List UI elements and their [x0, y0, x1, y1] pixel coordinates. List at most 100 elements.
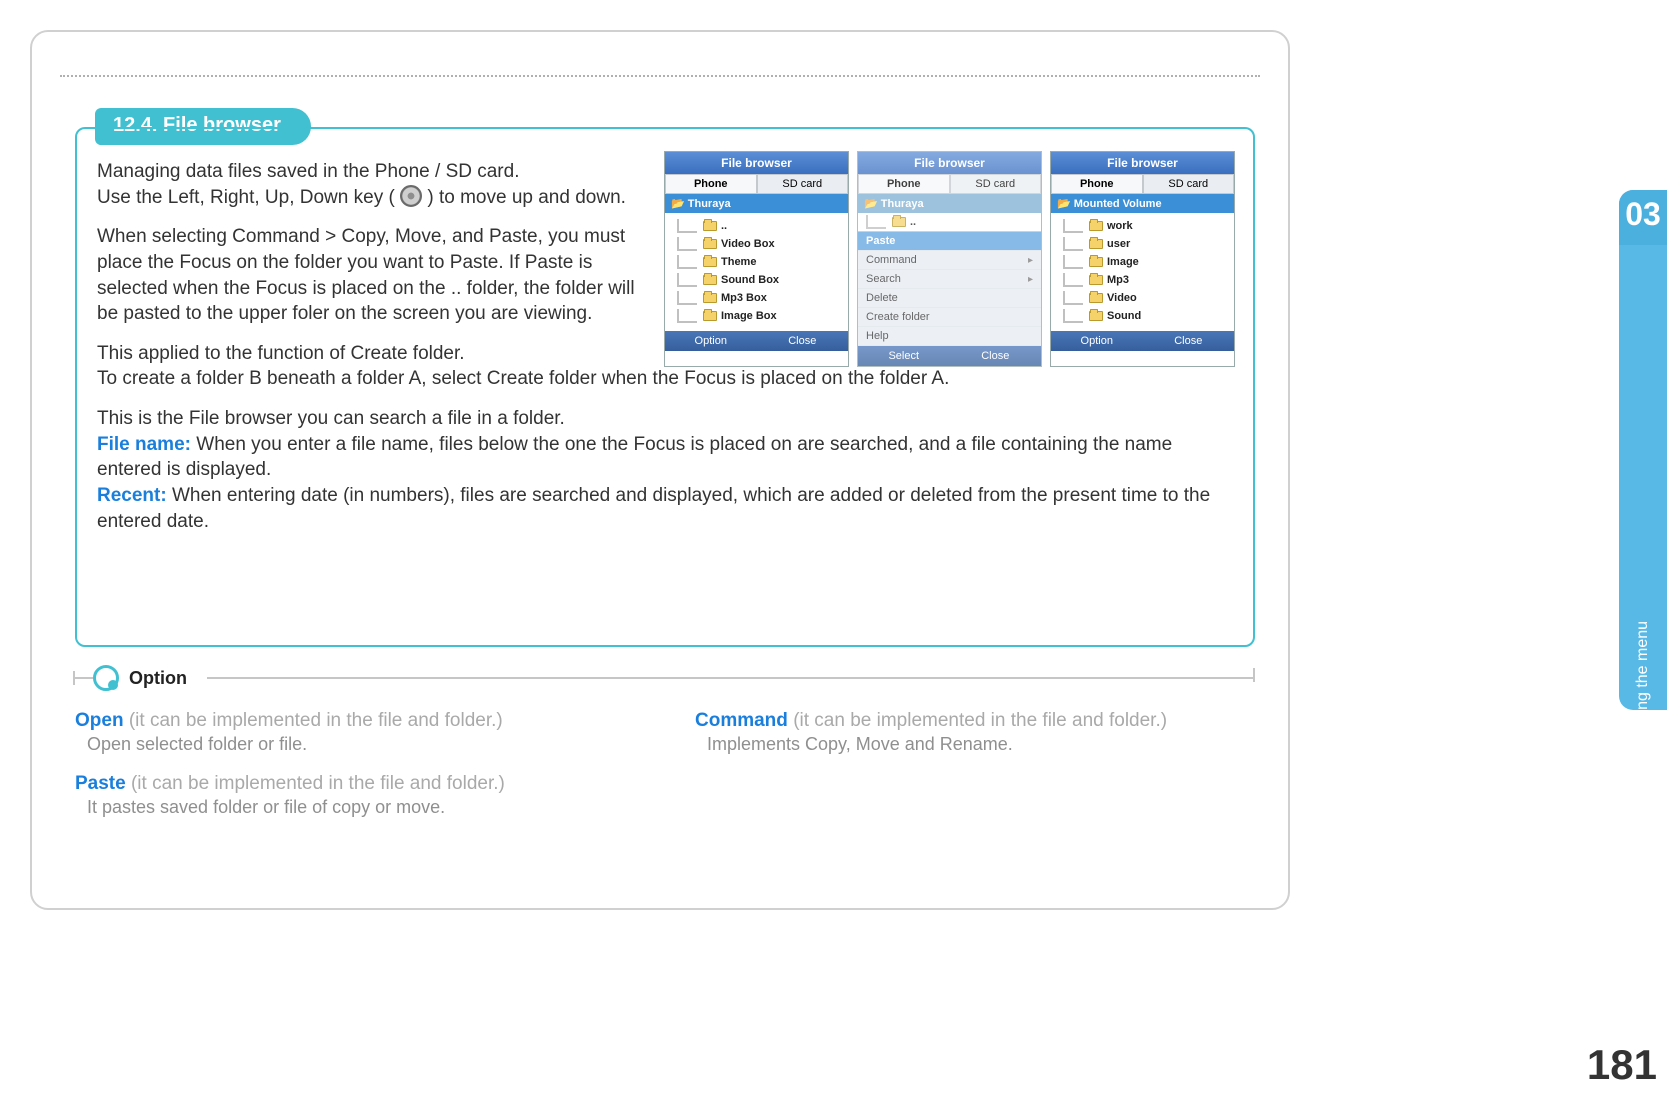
screen1-title: File browser — [665, 152, 848, 174]
para-4: This is the File browser you can search … — [97, 406, 1233, 534]
chapter-number: 03 — [1619, 190, 1667, 245]
menu-item-command: Command▸ — [858, 251, 1041, 270]
list-item: work — [1055, 217, 1230, 235]
list-item: Mp3 — [1055, 271, 1230, 289]
screen2-root: 📂 Thuraya — [858, 194, 1041, 213]
folder-icon — [1089, 239, 1103, 249]
screen3-tab-phone: Phone — [1051, 174, 1143, 194]
screen2-softkeys: Select Close — [858, 346, 1041, 366]
option-name: Command — [695, 710, 788, 731]
recent-label: Recent: — [97, 485, 167, 506]
folder-icon — [1089, 311, 1103, 321]
folder-icon — [703, 293, 717, 303]
list-item: user — [1055, 235, 1230, 253]
para1-line2-post: ) to move up and down. — [427, 187, 626, 208]
option-bullet-icon — [93, 665, 119, 691]
option-item-paste: Paste (it can be implemented in the file… — [75, 773, 635, 818]
screen3-root: 📂 Mounted Volume — [1051, 194, 1234, 213]
screen2-list: .. Paste Command▸ Search▸ Delete Create … — [858, 213, 1041, 346]
list-item: Image — [1055, 253, 1230, 271]
screen1-tabs: Phone SD card — [665, 174, 848, 194]
list-item: Image Box — [669, 307, 844, 325]
folder-icon — [1089, 293, 1103, 303]
list-item: .. — [669, 217, 844, 235]
dpad-key-icon — [400, 185, 422, 207]
file-name-text: When you enter a file name, files below … — [97, 434, 1172, 481]
rule-endcap — [1253, 668, 1255, 682]
list-item: .. — [858, 213, 1041, 231]
dotted-rule — [60, 75, 1260, 77]
menu-item-search: Search▸ — [858, 270, 1041, 289]
option-qualifier: (it can be implemented in the file and f… — [131, 773, 505, 794]
screen2-popup-menu: Paste Command▸ Search▸ Delete Create fol… — [858, 231, 1041, 346]
menu-item-create-folder: Create folder — [858, 308, 1041, 327]
para-2: When selecting Command > Copy, Move, and… — [97, 224, 657, 327]
file-name-label: File name: — [97, 434, 191, 455]
folder-icon — [1089, 221, 1103, 231]
page-number: 181 — [1587, 1041, 1657, 1089]
screen3-tabs: Phone SD card — [1051, 174, 1234, 194]
screen3-tab-sdcard: SD card — [1143, 174, 1235, 194]
folder-icon — [703, 239, 717, 249]
folder-icon — [703, 311, 717, 321]
option-header: Option — [75, 665, 1255, 691]
option-grid: Open (it can be implemented in the file … — [75, 710, 1255, 818]
para1-line1: Managing data files saved in the Phone /… — [97, 161, 519, 182]
list-item: Mp3 Box — [669, 289, 844, 307]
list-item: Video Box — [669, 235, 844, 253]
screen1-root: 📂 Thuraya — [665, 194, 848, 213]
list-item: Sound — [1055, 307, 1230, 325]
recent-text: When entering date (in numbers), files a… — [97, 485, 1210, 532]
screen1-list: .. Video Box Theme Sound Box Mp3 Box Ima… — [665, 213, 848, 331]
menu-item-help: Help — [858, 327, 1041, 346]
section-body-wide: This applied to the function of Create f… — [97, 341, 1233, 534]
screen3-title: File browser — [1051, 152, 1234, 174]
softkey-left: Option — [1051, 331, 1143, 351]
list-item: Video — [1055, 289, 1230, 307]
folder-icon — [1089, 275, 1103, 285]
para1-line2-pre: Use the Left, Right, Up, Down key ( — [97, 187, 400, 208]
list-item: Sound Box — [669, 271, 844, 289]
softkey-left: Option — [665, 331, 757, 351]
option-item-open: Open (it can be implemented in the file … — [75, 710, 635, 755]
screen1-softkeys: Option Close — [665, 331, 848, 351]
para-1: Managing data files saved in the Phone /… — [97, 159, 657, 210]
screen1-tab-phone: Phone — [665, 174, 757, 194]
folder-icon — [703, 257, 717, 267]
folder-icon — [892, 217, 906, 227]
screen2-tabs: Phone SD card — [858, 174, 1041, 194]
option-title: Option — [129, 668, 187, 689]
softkey-left: Select — [858, 346, 950, 366]
section-box: Managing data files saved in the Phone /… — [75, 127, 1255, 647]
option-name: Open — [75, 710, 124, 731]
screen2-tab-phone: Phone — [858, 174, 950, 194]
softkey-right: Close — [757, 331, 849, 351]
chapter-label: Using the menu — [1634, 621, 1652, 733]
side-tab: 03 Using the menu — [1619, 190, 1667, 710]
folder-icon — [703, 221, 717, 231]
screen2-tab-sdcard: SD card — [950, 174, 1042, 194]
option-desc: Implements Copy, Move and Rename. — [707, 734, 1255, 755]
softkey-right: Close — [950, 346, 1042, 366]
chevron-right-icon: ▸ — [1028, 255, 1033, 266]
list-item: Theme — [669, 253, 844, 271]
screen2-title: File browser — [858, 152, 1041, 174]
folder-icon — [1089, 257, 1103, 267]
screen3-softkeys: Option Close — [1051, 331, 1234, 351]
softkey-right: Close — [1143, 331, 1235, 351]
option-qualifier: (it can be implemented in the file and f… — [793, 710, 1167, 731]
option-qualifier: (it can be implemented in the file and f… — [129, 710, 503, 731]
screen1-tab-sdcard: SD card — [757, 174, 849, 194]
chevron-right-icon: ▸ — [1028, 274, 1033, 285]
phone-screen-2: File browser Phone SD card 📂 Thuraya .. … — [857, 151, 1042, 367]
phone-screen-1: File browser Phone SD card 📂 Thuraya .. … — [664, 151, 849, 367]
option-name: Paste — [75, 773, 126, 794]
para4-intro: This is the File browser you can search … — [97, 408, 565, 429]
option-item-command: Command (it can be implemented in the fi… — [695, 710, 1255, 755]
phone-screen-3: File browser Phone SD card 📂 Mounted Vol… — [1050, 151, 1235, 367]
option-rule — [207, 677, 1253, 679]
phone-screenshots: File browser Phone SD card 📂 Thuraya .. … — [664, 151, 1235, 367]
screen3-list: work user Image Mp3 Video Sound — [1051, 213, 1234, 331]
folder-icon — [703, 275, 717, 285]
section-body: Managing data files saved in the Phone /… — [97, 159, 657, 327]
